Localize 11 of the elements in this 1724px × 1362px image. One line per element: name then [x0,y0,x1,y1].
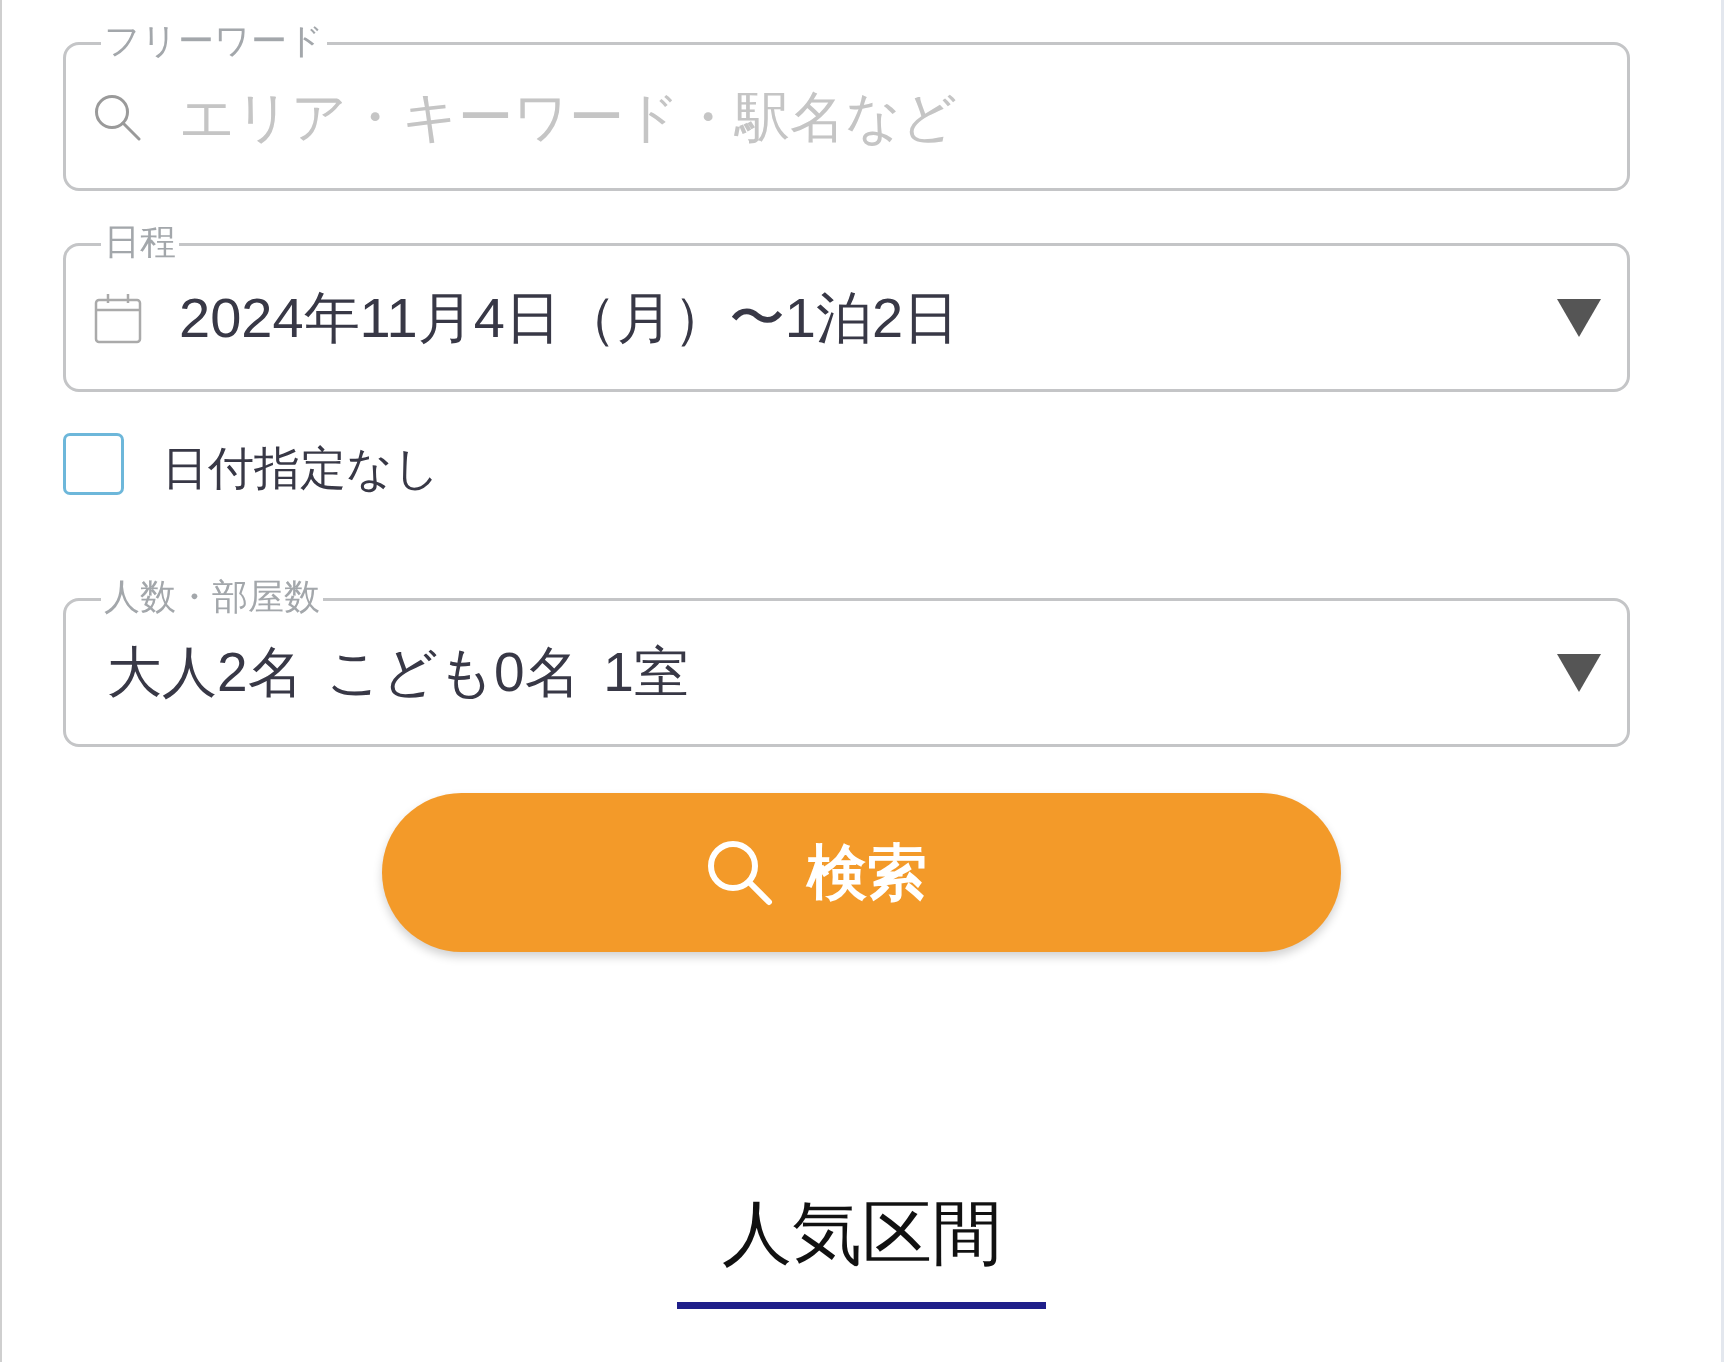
checkbox[interactable] [63,433,124,495]
section-title: 人気区間 [721,1198,1002,1268]
checkbox-label[interactable]: 日付指定なし [162,445,440,491]
caret-icon [1557,298,1601,337]
search-icon [707,839,773,906]
search-icon [93,93,141,141]
caret-icon [1557,653,1601,692]
field-label: フリーワード [101,23,327,59]
field-label: 人数・部屋数 [101,579,323,615]
calendar-icon [94,291,142,344]
field-label: 日程 [101,224,179,260]
